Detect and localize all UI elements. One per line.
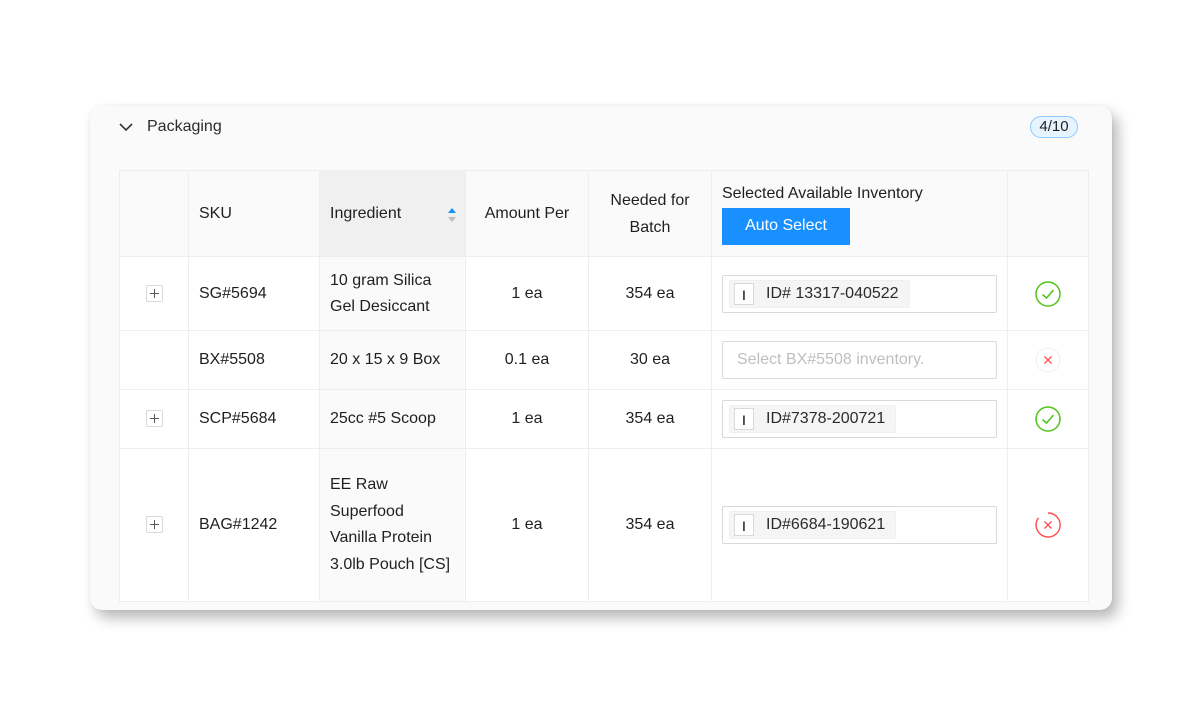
expand-column-header — [119, 170, 189, 257]
chevron-down-icon[interactable] — [118, 119, 134, 135]
expand-row-icon[interactable] — [145, 410, 163, 428]
inventory-tag: I ID#7378-200721 — [729, 405, 897, 433]
inventory-tag: I ID# 13317-040522 — [729, 279, 910, 308]
inventory-cell: I ID# 13317-040522 — [711, 256, 1008, 331]
table-row: BAG#1242 EE Raw Superfood Vanilla Protei… — [119, 448, 1089, 602]
amount-per-cell: 1 ea — [465, 256, 589, 331]
inventory-tag-label: ID# 13317-040522 — [766, 284, 899, 302]
packaging-panel: Packaging 4/10 SKU Ingredient Amount Per… — [90, 106, 1112, 610]
expand-cell — [119, 448, 189, 602]
close-circle-icon — [1035, 347, 1061, 373]
amount-per-cell: 0.1 ea — [465, 330, 589, 390]
ingredient-cell: 20 x 15 x 9 Box — [319, 330, 466, 390]
needed-cell: 354 ea — [588, 448, 712, 602]
close-circle-icon — [1035, 512, 1061, 538]
table-row: BX#5508 20 x 15 x 9 Box 0.1 ea 30 ea Sel… — [119, 330, 1089, 390]
expand-cell — [119, 389, 189, 449]
inventory-column-header: Selected Available Inventory Auto Select — [711, 170, 1008, 257]
inventory-tag-icon: I — [734, 282, 754, 305]
expand-row-icon[interactable] — [145, 516, 163, 534]
sku-cell: SG#5694 — [188, 256, 320, 331]
status-cell — [1007, 389, 1089, 449]
inventory-tag: I ID#6684-190621 — [729, 511, 897, 539]
ingredient-cell: EE Raw Superfood Vanilla Protein 3.0lb P… — [319, 448, 466, 602]
expand-cell — [119, 256, 189, 331]
ingredient-cell: 10 gram Silica Gel Desiccant — [319, 256, 466, 331]
inventory-tag-icon: I — [734, 514, 754, 536]
inventory-tag-label: ID#7378-200721 — [766, 410, 886, 427]
ingredients-table: SKU Ingredient Amount Per Needed for Bat… — [119, 170, 1089, 602]
panel-title: Packaging — [147, 118, 222, 135]
amount-per-cell: 1 ea — [465, 448, 589, 602]
inventory-select[interactable]: I ID#7378-200721 — [722, 400, 997, 438]
needed-column-header: Needed for Batch — [588, 170, 712, 257]
sku-cell: BAG#1242 — [188, 448, 320, 602]
inventory-select-placeholder: Select BX#5508 inventory. — [737, 351, 925, 368]
inventory-column-label: Selected Available Inventory — [722, 184, 923, 202]
auto-select-button[interactable]: Auto Select — [722, 207, 850, 245]
inventory-tag-icon: I — [734, 408, 754, 430]
status-cell — [1007, 330, 1089, 390]
panel-header[interactable]: Packaging 4/10 — [90, 106, 1112, 150]
status-column-header — [1007, 170, 1089, 257]
amount-per-cell: 1 ea — [465, 389, 589, 449]
ingredient-column-label: Ingredient — [330, 204, 402, 222]
table-row: SCP#5684 25cc #5 Scoop 1 ea 354 ea I ID#… — [119, 389, 1089, 449]
check-circle-icon — [1035, 280, 1061, 307]
needed-cell: 354 ea — [588, 389, 712, 449]
ingredient-cell: 25cc #5 Scoop — [319, 389, 466, 449]
ingredient-column-header[interactable]: Ingredient — [319, 170, 466, 257]
status-cell — [1007, 448, 1089, 602]
amount-per-column-header: Amount Per — [465, 170, 589, 257]
inventory-select[interactable]: I ID#6684-190621 — [722, 506, 997, 544]
inventory-cell: I ID#7378-200721 — [711, 389, 1008, 449]
expand-cell — [119, 330, 189, 390]
expand-row-icon[interactable] — [145, 284, 163, 302]
needed-cell: 30 ea — [588, 330, 712, 390]
inventory-tag-label: ID#6684-190621 — [766, 516, 886, 533]
needed-cell: 354 ea — [588, 256, 712, 331]
inventory-cell: I ID#6684-190621 — [711, 448, 1008, 602]
check-circle-icon — [1035, 406, 1061, 432]
status-cell — [1007, 256, 1089, 331]
sort-icon[interactable] — [447, 207, 457, 223]
sku-cell: SCP#5684 — [188, 389, 320, 449]
table-row: SG#5694 10 gram Silica Gel Desiccant 1 e… — [119, 256, 1089, 331]
inventory-cell: Select BX#5508 inventory. — [711, 330, 1008, 390]
sku-cell: BX#5508 — [188, 330, 320, 390]
sku-column-header: SKU — [188, 170, 320, 257]
inventory-select[interactable]: Select BX#5508 inventory. — [722, 341, 997, 379]
count-badge: 4/10 — [1030, 116, 1078, 138]
inventory-select[interactable]: I ID# 13317-040522 — [722, 274, 997, 313]
